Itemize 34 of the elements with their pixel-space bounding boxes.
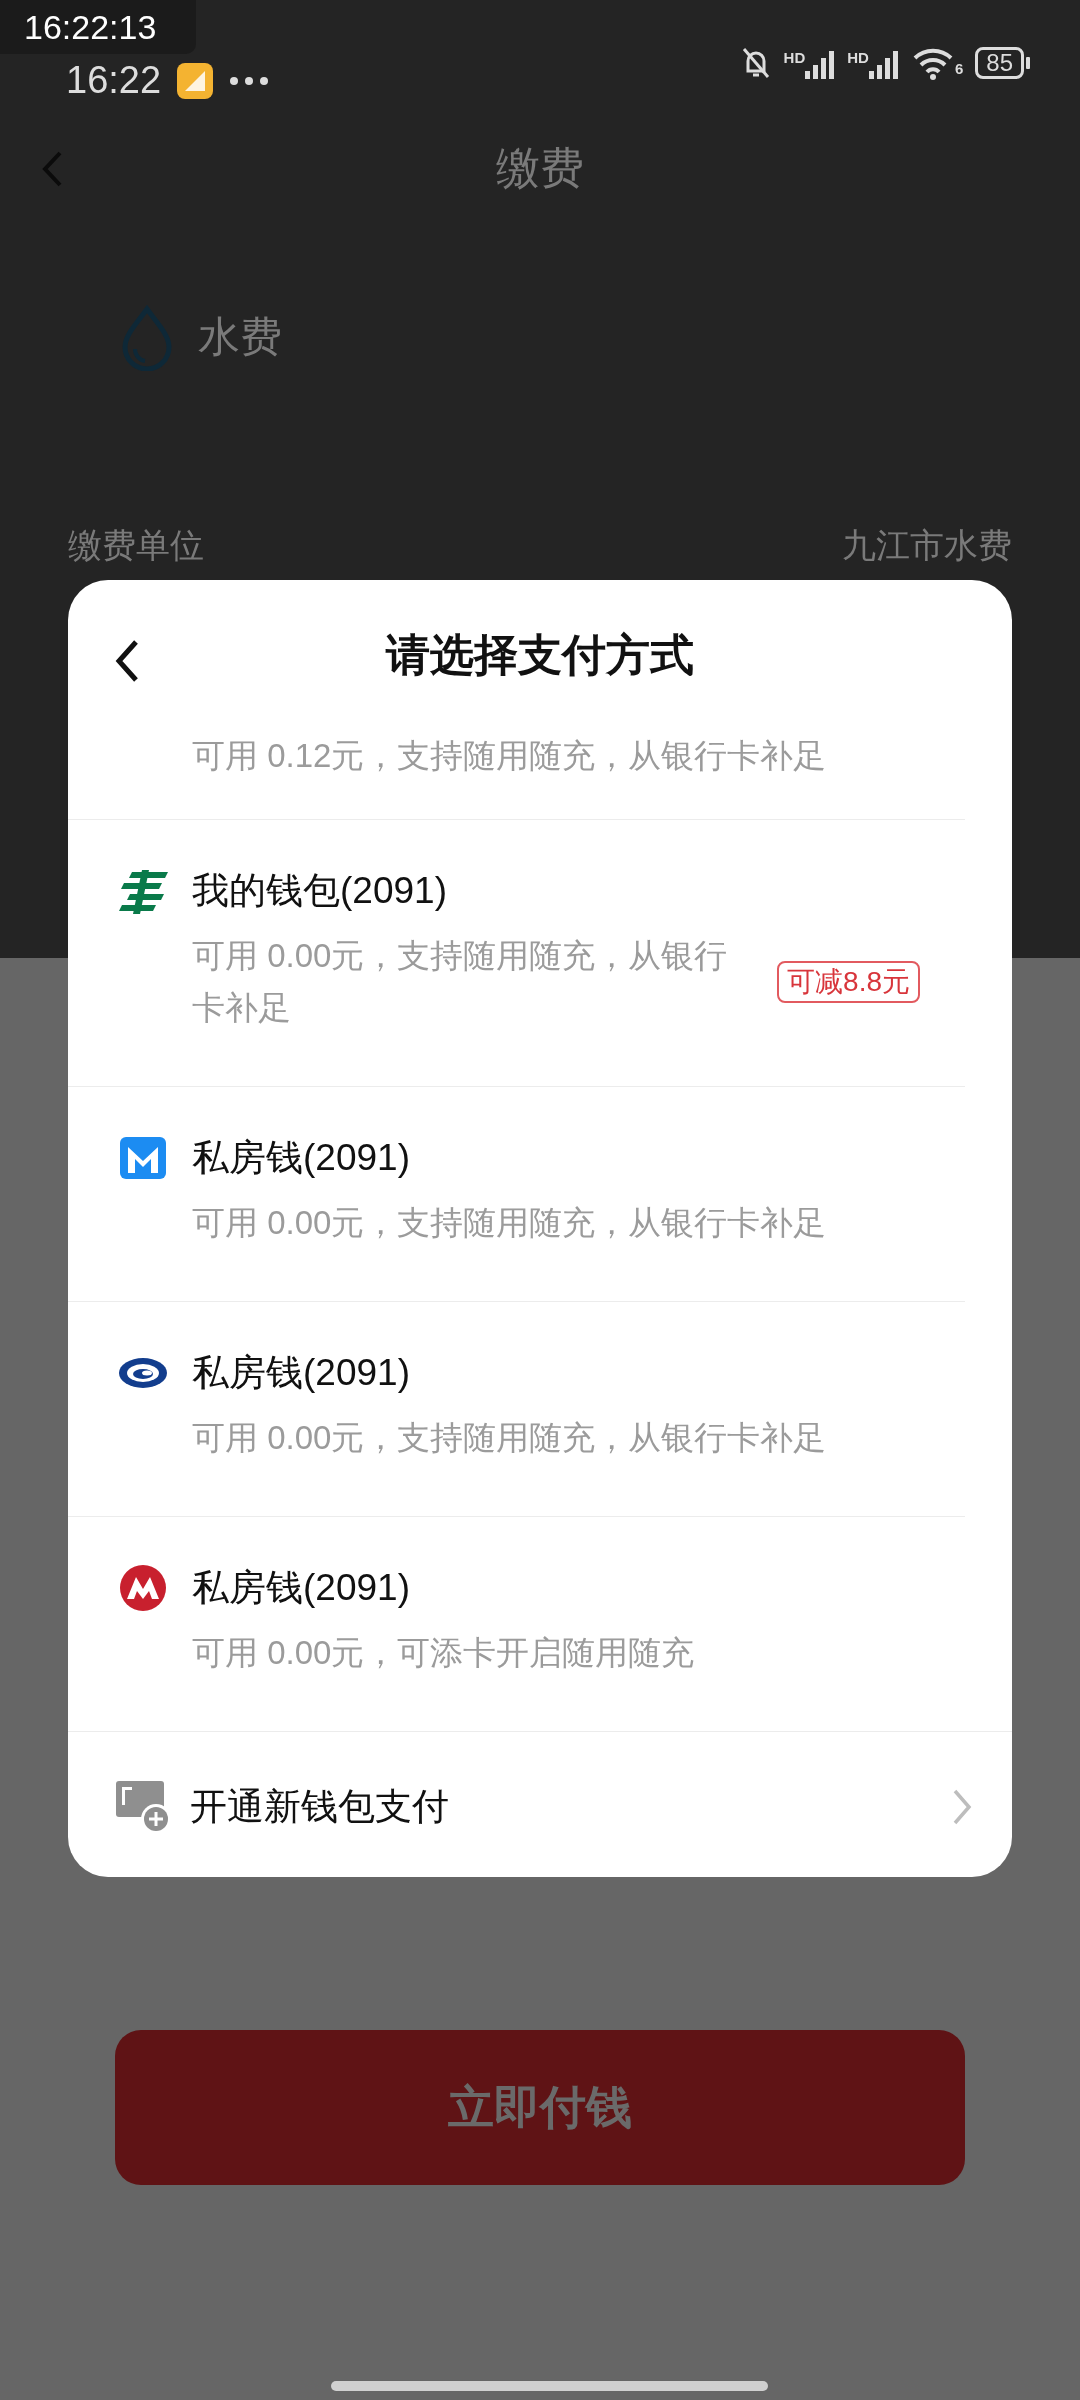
method-name: 我的钱包(2091) [192,869,448,913]
page-title: 缴费 [496,141,584,194]
home-indicator[interactable] [331,2381,768,2391]
method-subtitle: 可用 0.12元，支持随用随充，从银行卡补足 [192,736,828,776]
stripes-logo-icon [118,868,168,914]
back-icon[interactable] [114,638,140,684]
method-name: 私房钱(2091) [192,1566,411,1610]
status-time: 16:22 [66,58,162,103]
payment-method-item[interactable]: 我的钱包(2091) 可用 0.00元，支持随用随充，从银行卡补足 可减8.8元 [68,820,965,1087]
method-name: 私房钱(2091) [192,1351,411,1395]
method-subtitle: 可用 0.00元，支持随用随充，从银行卡补足 [192,1418,827,1458]
letter-logo-icon [118,1135,168,1181]
method-subtitle: 可用 0.00元，支持随用随充，从银行卡补足 [192,1203,827,1243]
circle-logo-icon [118,1565,168,1611]
method-subtitle: 可用 0.00元，支持随用随充，从银行卡补足 [192,936,729,1028]
payment-method-item[interactable]: 私房钱(2091) 可用 0.00元，支持随用随充，从银行卡补足 [68,1087,965,1302]
sheet-title: 请选择支付方式 [386,629,694,681]
network-type-label: HD [847,47,869,68]
method-subtitle: 可用 0.00元，可添卡开启随用随充 [192,1633,695,1673]
wifi-standard-label: 6 [954,59,964,79]
add-wallet-label: 开通新钱包支付 [190,1784,449,1829]
payment-method-item[interactable]: 私房钱(2091) 可用 0.00元，可添卡开启随用随充 [68,1517,965,1731]
field-label: 缴费单位 [68,525,204,566]
bill-type: 水费 [198,312,282,362]
network-type-label: HD [783,47,806,68]
more-icon [229,75,270,86]
battery-level-label: 85 [975,46,1024,79]
payment-method-item[interactable]: 私房钱(2091) 可用 0.00元，支持随用随充，从银行卡补足 [68,1302,965,1517]
method-name: 私房钱(2091) [192,1136,411,1180]
discount-tag: 可减8.8元 [777,961,920,1003]
recording-clock-overlay: 16:22:13 [0,0,196,54]
app-notification-icon [177,62,214,99]
field-value: 九江市水费 [842,525,1012,566]
add-wallet-item[interactable]: 开通新钱包支付 [68,1731,1012,1877]
